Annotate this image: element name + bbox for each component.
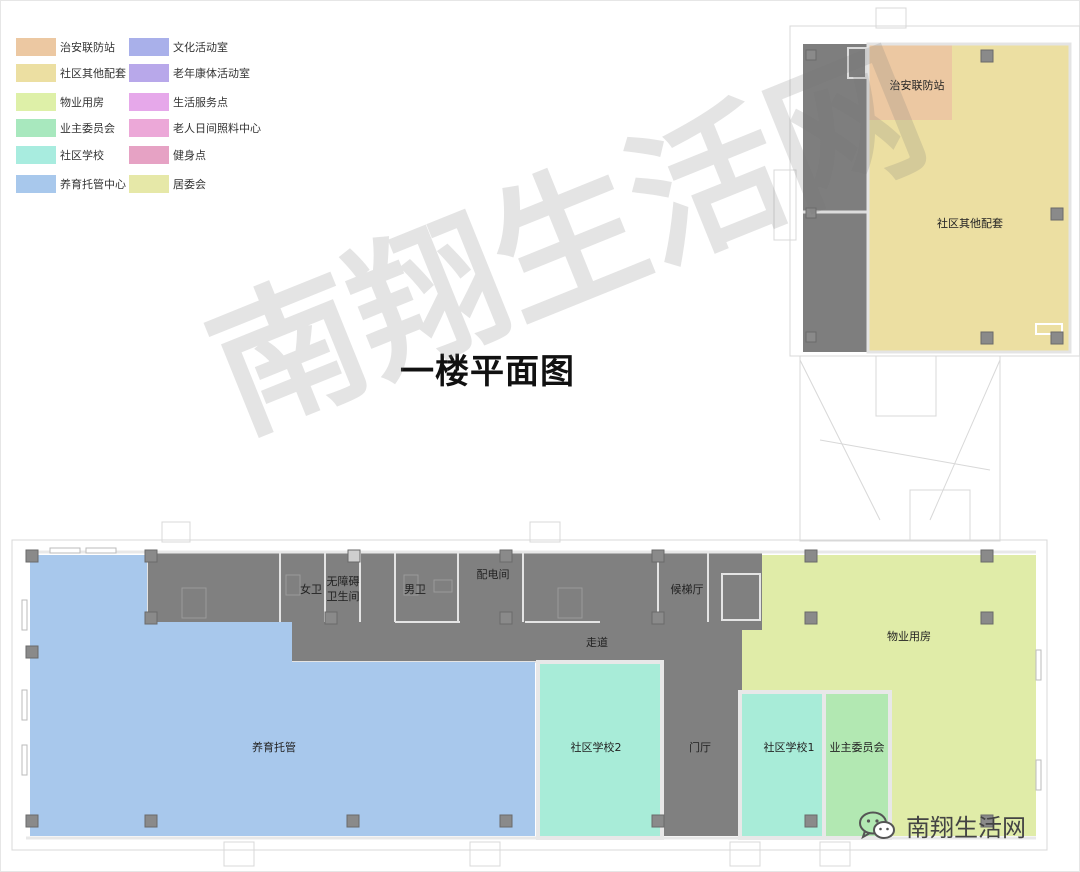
- legend-item: 居委会: [129, 174, 206, 194]
- legend-swatch: [129, 146, 169, 164]
- legend-swatch: [129, 119, 169, 137]
- legend-swatch: [129, 93, 169, 111]
- legend-swatch: [129, 175, 169, 193]
- room-label-elevator-hall: 候梯厅: [670, 583, 704, 596]
- legend-label: 文化活动室: [173, 41, 228, 54]
- legend-label: 业主委员会: [60, 122, 115, 135]
- room-label-accessible-wc-2: 卫生间: [326, 590, 360, 603]
- legend-label: 社区其他配套: [60, 67, 126, 80]
- legend-item: 治安联防站: [16, 37, 115, 57]
- legend-item: 老年康体活动室: [129, 63, 250, 83]
- stair-block: [803, 44, 868, 352]
- room-label-electrical: 配电间: [476, 568, 510, 581]
- room-label-nursery: 养育托管: [252, 741, 296, 754]
- legend-label: 物业用房: [60, 96, 104, 109]
- legend-swatch: [16, 93, 56, 111]
- legend-label: 居委会: [173, 178, 206, 191]
- legend-swatch: [16, 38, 56, 56]
- legend-label: 健身点: [173, 149, 206, 162]
- room-label-school-2: 社区学校2: [570, 741, 622, 754]
- legend-item: 老人日间照料中心: [129, 118, 261, 138]
- room-label-property: 物业用房: [887, 630, 931, 643]
- room-label-other: 社区其他配套: [937, 217, 1003, 230]
- legend-swatch: [129, 38, 169, 56]
- room-label-accessible-wc-1: 无障碍: [326, 575, 360, 588]
- room-label-female-wc: 女卫: [300, 583, 322, 596]
- legend-label: 养育托管中心: [60, 178, 126, 191]
- legend-swatch: [16, 175, 56, 193]
- legend-label: 社区学校: [60, 149, 104, 162]
- legend-item: 文化活动室: [129, 37, 228, 57]
- room-label-police: 治安联防站: [889, 79, 945, 92]
- legend-item: 社区学校: [16, 145, 104, 165]
- wechat-icon: [859, 811, 895, 839]
- page-title: 一楼平面图: [400, 352, 575, 392]
- legend-item: 养育托管中心: [16, 174, 126, 194]
- room-label-school-1: 社区学校1: [763, 741, 815, 754]
- legend-label: 老人日间照料中心: [173, 122, 261, 135]
- legend-item: 业主委员会: [16, 118, 115, 138]
- legend-swatch: [16, 146, 56, 164]
- brand-name: 南翔生活网: [906, 814, 1026, 842]
- legend-item: 健身点: [129, 145, 206, 165]
- legend-swatch: [16, 64, 56, 82]
- room-label-corridor: 走道: [586, 636, 608, 649]
- legend-item: 社区其他配套: [16, 63, 126, 83]
- brand: 南翔生活网: [858, 808, 1026, 843]
- legend-label: 老年康体活动室: [173, 67, 250, 80]
- legend-item: 生活服务点: [129, 92, 228, 112]
- room-label-male-wc: 男卫: [404, 583, 426, 596]
- room-label-lobby: 门厅: [689, 741, 711, 754]
- legend-swatch: [16, 119, 56, 137]
- legend-item: 物业用房: [16, 92, 104, 112]
- legend-label: 生活服务点: [173, 96, 228, 109]
- legend-swatch: [129, 64, 169, 82]
- room-label-owners: 业主委员会: [829, 741, 885, 754]
- legend-label: 治安联防站: [60, 41, 115, 54]
